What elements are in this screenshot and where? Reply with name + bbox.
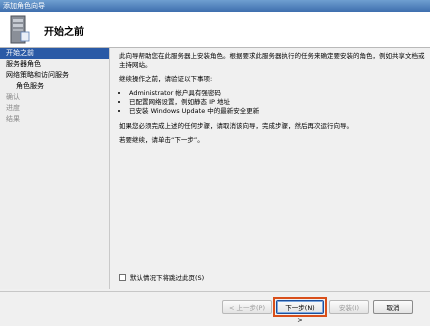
sidebar-item-server-roles[interactable]: 服务器角色 (0, 59, 109, 70)
previous-button[interactable]: < 上一步(P) (222, 300, 272, 314)
continue-note: 若要继续，请单击“下一步”。 (119, 136, 204, 144)
skip-page-option[interactable]: 默认情况下将跳过此页(S) (119, 272, 204, 282)
sidebar-item-confirmation: 确认 (6, 93, 20, 101)
server-icon (10, 15, 30, 44)
skip-page-label: 默认情况下将跳过此页(S) (130, 274, 205, 282)
intro-text: 此向导帮助您在此服务器上安装角色。根据要求此服务器执行的任务来确定要安装的角色，… (119, 52, 425, 69)
cancel-button[interactable]: 取消 (373, 300, 413, 314)
list-item: 已配置网络设置，例如静态 IP 地址 (129, 98, 425, 107)
prerequisite-list: Administrator 帐户具有强密码 已配置网络设置，例如静态 IP 地址… (119, 89, 425, 116)
window-title: 添加角色向导 (3, 2, 45, 10)
sidebar-item-progress: 进度 (6, 104, 20, 112)
verify-heading: 继续操作之前，请验证以下事项: (119, 75, 213, 83)
skip-page-checkbox[interactable] (119, 273, 126, 281)
page-title: 开始之前 (44, 27, 84, 38)
sidebar-item-network-policy[interactable]: 网络策略和访问服务 (0, 70, 109, 81)
wizard-header: 开始之前 (0, 12, 430, 48)
sidebar-item-results: 结果 (6, 115, 20, 123)
sidebar-item-before-you-begin[interactable]: 开始之前 (0, 48, 109, 59)
wizard-content: 此向导帮助您在此服务器上安装角色。根据要求此服务器执行的任务来确定要安装的角色，… (119, 52, 425, 150)
sidebar-item-role-services[interactable]: 角色服务 (0, 81, 109, 92)
list-item: Administrator 帐户具有强密码 (129, 89, 425, 98)
list-item: 已安装 Windows Update 中的最新安全更新 (129, 107, 425, 116)
next-button[interactable]: 下一步(N) > (276, 300, 324, 324)
wizard-sidebar: 开始之前 服务器角色 网络策略和访问服务 角色服务 确认 进度 结果 (0, 48, 110, 289)
footer-divider (0, 291, 430, 292)
install-button[interactable]: 安装(I) (329, 300, 369, 314)
window-titlebar: 添加角色向导 (0, 0, 430, 12)
complete-note: 如果您必须完成上述的任何步骤，请取消该向导，完成步骤，然后再次运行向导。 (119, 122, 353, 130)
